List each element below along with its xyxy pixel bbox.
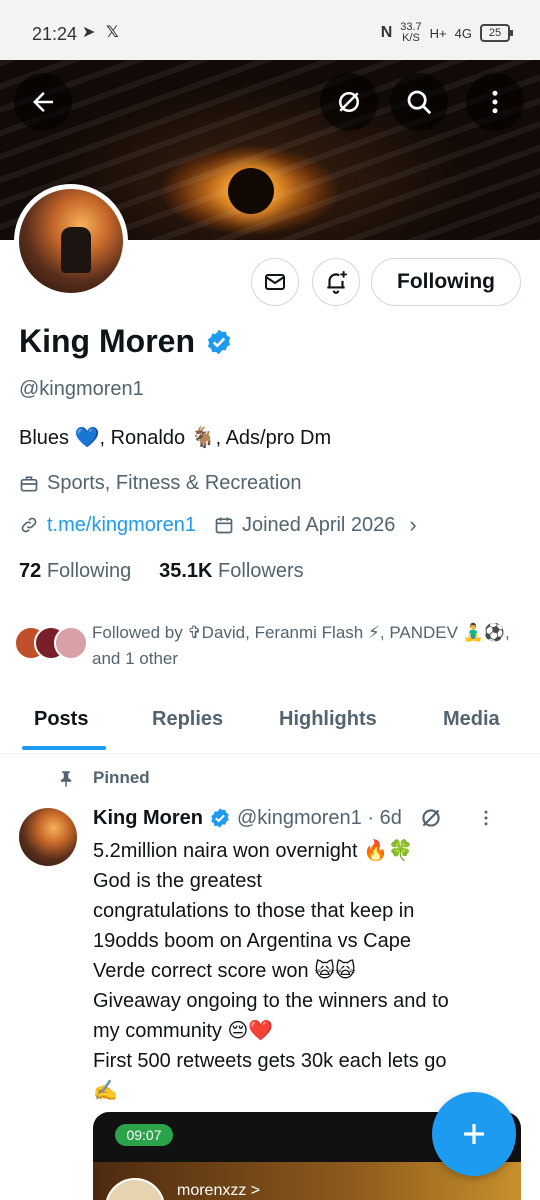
nfc-icon: N [380,24,393,41]
calendar-icon [215,517,233,534]
post-handle-time[interactable]: @kingmoren1 · 6d [237,807,402,830]
signal-4g-icon: 4G [454,25,472,41]
chevron-right-icon[interactable]: › [409,512,416,538]
category-label: Sports, Fitness & Recreation [47,472,302,494]
profile-category: Sports, Fitness & Recreation [19,472,302,495]
followers-count-link[interactable]: 35.1K Followers [159,560,304,582]
followed-by[interactable]: Followed by ✞David, Feranmi Flash ⚡, PAN… [14,620,524,676]
post-line: Verde correct score won 🙀🙀 [93,960,356,982]
search-button[interactable] [390,73,448,131]
media-username: morenxzz > [177,1182,261,1199]
status-time: 21:24 [32,24,78,44]
media-time-pill: 09:07 [115,1124,173,1146]
briefcase-icon [20,476,38,491]
tab-posts[interactable]: Posts [34,708,88,731]
follow-counts: 72 Following 35.1K Followers [19,560,304,583]
profile-handle: @kingmoren1 [19,378,144,400]
signal-hplus-icon: H+ [429,25,447,41]
joined-date: Joined April 2026 [241,513,396,536]
profile-avatar[interactable] [14,184,128,298]
active-tab-indicator [22,746,106,750]
post-more-icon[interactable] [476,808,496,828]
tab-media[interactable]: Media [443,708,500,731]
post-line: my community 😔❤️ [93,1020,274,1042]
profile-link[interactable]: t.me/kingmoren1 [47,514,196,537]
grok-icon[interactable] [418,805,444,831]
arrow-left-icon [33,92,53,112]
verified-badge-icon [211,808,229,828]
post-line: 19odds boom on Argentina vs Cape [93,930,411,952]
compose-button[interactable] [432,1092,516,1176]
tab-replies[interactable]: Replies [152,708,223,731]
tab-highlights[interactable]: Highlights [279,708,377,731]
profile-bio: Blues 💙, Ronaldo 🐐, Ads/pro Dm [19,427,332,449]
message-button[interactable] [251,258,299,306]
followed-by-text: Followed by ✞David, Feranmi Flash ⚡, PAN… [92,623,510,668]
pin-icon [60,771,72,787]
profile-tabs: Posts Replies Highlights Media [0,696,540,754]
verified-badge-icon[interactable] [205,328,233,356]
post-line: God is the greatest [93,870,262,892]
post-text[interactable]: 5.2million naira won overnight 🔥🍀 God is… [93,836,523,1106]
follower-avatar-3 [54,626,88,660]
post-line: First 500 retweets gets 30k each lets go [93,1050,447,1072]
back-button[interactable] [14,73,72,131]
status-right: N 33.7 K/S H+ 4G 25 [380,21,513,44]
profile-meta-row: t.me/kingmoren1 Joined April 2026 › [19,512,417,538]
telegram-icon: ➤ [82,24,96,41]
profile-name-row: King Moren [19,323,233,360]
more-options-button[interactable] [466,73,524,131]
battery-icon: 25 [480,24,513,42]
following-button[interactable]: Following [371,258,521,306]
plus-icon [464,1124,484,1144]
avatar-figure [61,227,91,273]
bell-plus-icon [327,271,347,294]
x-icon: 𝕏 [106,24,119,41]
banner-eye [228,168,274,214]
pinned-label: Pinned [93,768,150,787]
post-author-avatar[interactable] [19,808,77,866]
notifications-button[interactable] [312,258,360,306]
post-line: congratulations to those that keep in [93,900,415,922]
status-bar: 21:24 ➤ 𝕏 N 33.7 K/S H+ 4G 25 [0,0,540,60]
profile-name: King Moren [19,323,195,359]
grok-icon [339,92,359,112]
grok-button[interactable] [320,73,378,131]
envelope-icon [265,274,285,290]
link-icon [21,517,37,533]
post-line: 5.2million naira won overnight 🔥🍀 [93,840,413,862]
post-header: King Moren @kingmoren1 · 6d [93,805,496,831]
more-vertical-icon [492,90,498,114]
search-icon [407,90,432,115]
pinned-indicator: Pinned [57,768,150,788]
net-speed: 33.7 K/S [400,21,422,44]
following-count-link[interactable]: 72 Following [19,560,131,582]
post-author-name[interactable]: King Moren [93,807,203,830]
post-line: Giveaway ongoing to the winners and to [93,990,449,1012]
